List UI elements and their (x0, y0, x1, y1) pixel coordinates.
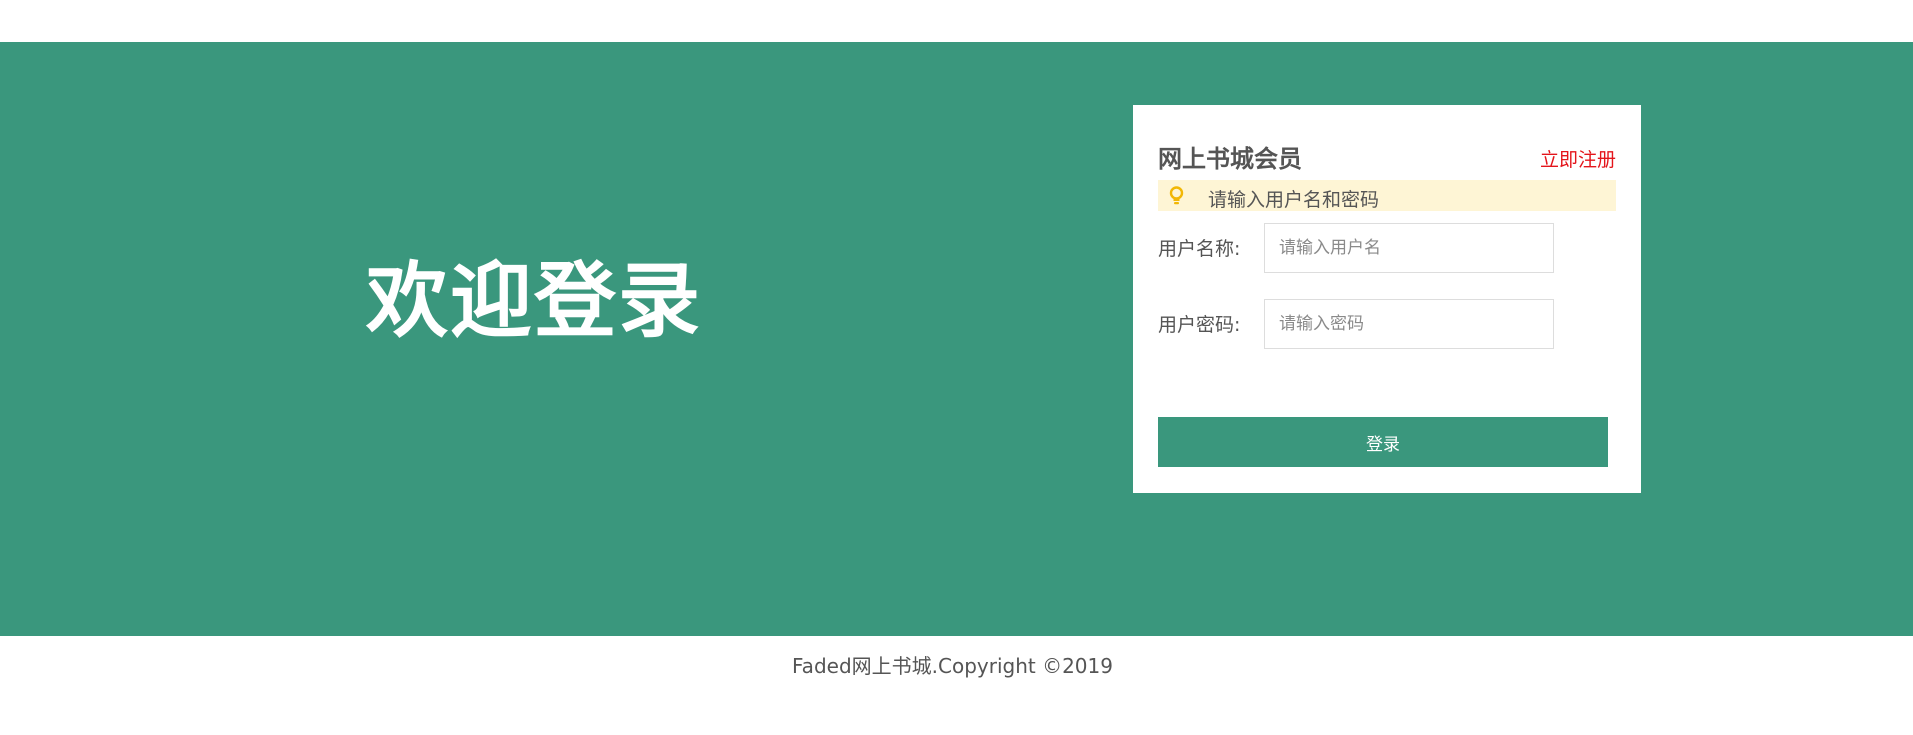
register-link[interactable]: 立即注册 (1540, 145, 1616, 172)
login-panel: 网上书城会员 立即注册 请输入用户名和密码 用户名称: 用户密码: 登录 (1133, 105, 1641, 493)
welcome-heading: 欢迎登录 (366, 254, 703, 349)
lightbulb-icon (1168, 186, 1185, 206)
hint-text: 请输入用户名和密码 (1208, 189, 1380, 211)
hero-banner: 欢迎登录 网上书城会员 立即注册 请输入用户名和密码 用户名称: 用户密码: 登… (0, 42, 1913, 636)
password-label: 用户密码: (1158, 314, 1241, 336)
footer: Faded网上书城.Copyright ©2019 (0, 636, 1913, 735)
panel-title: 网上书城会员 (1158, 145, 1302, 173)
username-input[interactable] (1264, 223, 1554, 273)
top-strip (0, 0, 1913, 42)
username-label: 用户名称: (1158, 238, 1241, 260)
login-button[interactable]: 登录 (1158, 417, 1608, 467)
password-input[interactable] (1264, 299, 1554, 349)
hint-bar: 请输入用户名和密码 (1158, 180, 1616, 211)
copyright-text: Faded网上书城.Copyright ©2019 (792, 654, 1113, 678)
